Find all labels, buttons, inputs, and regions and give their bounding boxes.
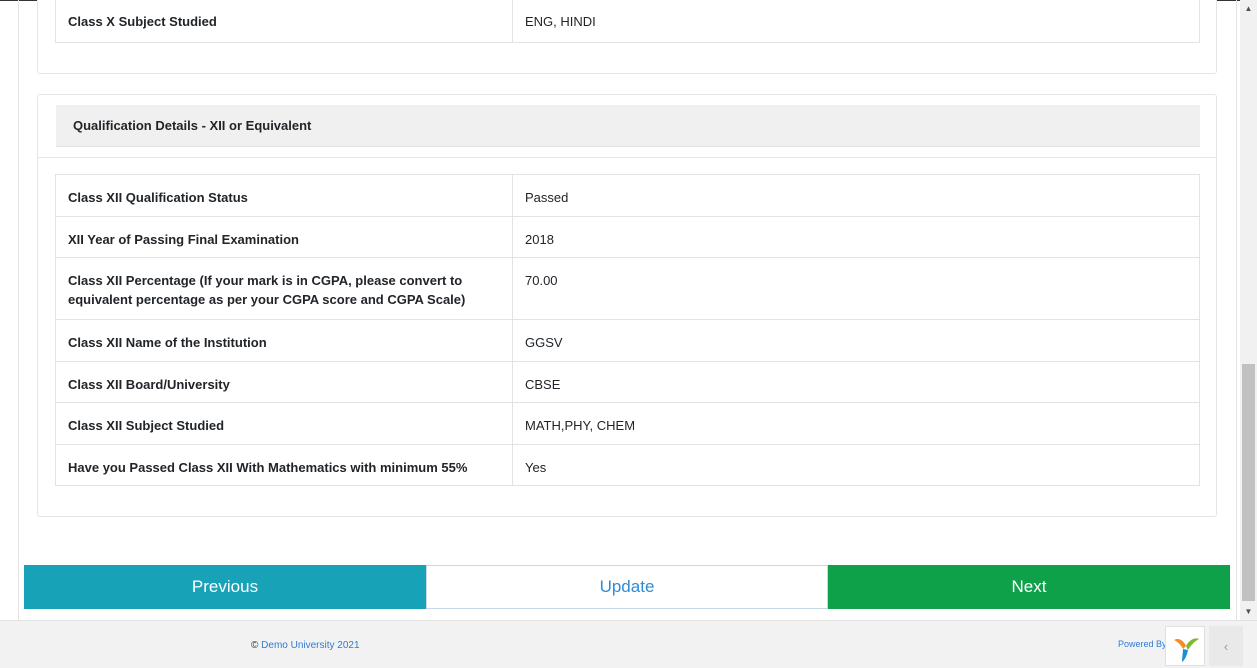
row-label: Have you Passed Class XII With Mathemati…	[55, 444, 513, 486]
section-title: Qualification Details - XII or Equivalen…	[56, 105, 1200, 147]
scroll-down-arrow-icon[interactable]: ▼	[1240, 603, 1257, 620]
content-right-border	[1236, 0, 1237, 620]
row-label: Class XII Percentage (If your mark is in…	[55, 257, 513, 320]
chevron-left-icon[interactable]: ‹	[1209, 626, 1243, 666]
copyright: © Demo University 2021	[251, 640, 360, 651]
powered-by-logo-icon[interactable]	[1165, 626, 1205, 666]
row-label: Class XII Subject Studied	[55, 402, 513, 445]
table-row: Class XII Board/University CBSE	[55, 361, 1200, 403]
scroll-up-arrow-icon[interactable]: ▲	[1240, 0, 1257, 17]
table-row: Class XII Subject Studied MATH,PHY, CHEM	[55, 402, 1200, 445]
row-value: GGSV	[512, 319, 1200, 362]
class-x-card: Class X Subject Studied ENG, HINDI	[37, 0, 1217, 74]
content-left-border	[18, 0, 19, 620]
row-label: Class XII Board/University	[55, 361, 513, 403]
scrollbar-thumb[interactable]	[1242, 364, 1255, 601]
divider	[38, 157, 1216, 158]
row-value: 70.00	[512, 257, 1200, 320]
row-label: Class XII Qualification Status	[55, 174, 513, 217]
next-button[interactable]: Next	[828, 565, 1230, 609]
table-row: Class XII Percentage (If your mark is in…	[55, 257, 1200, 320]
table-row: Class XII Name of the Institution GGSV	[55, 319, 1200, 362]
row-value: ENG, HINDI	[512, 0, 1200, 43]
row-value: CBSE	[512, 361, 1200, 403]
class-x-table: Class X Subject Studied ENG, HINDI	[55, 0, 1200, 43]
class-xii-table: Class XII Qualification Status Passed XI…	[55, 174, 1200, 486]
class-xii-card: Qualification Details - XII or Equivalen…	[37, 94, 1217, 517]
table-row: Class X Subject Studied ENG, HINDI	[55, 0, 1200, 43]
row-label: Class X Subject Studied	[55, 0, 513, 43]
form-action-bar: Previous Update Next	[24, 565, 1230, 609]
table-row: Have you Passed Class XII With Mathemati…	[55, 444, 1200, 486]
row-value: MATH,PHY, CHEM	[512, 402, 1200, 445]
footer: © Demo University 2021 Powered By: ‹	[0, 620, 1257, 668]
table-row: XII Year of Passing Final Examination 20…	[55, 216, 1200, 258]
powered-by-label: Powered By:	[1118, 639, 1170, 649]
table-row: Class XII Qualification Status Passed	[55, 174, 1200, 217]
university-link[interactable]: Demo University 2021	[261, 640, 359, 651]
copyright-symbol: ©	[251, 640, 259, 651]
update-button[interactable]: Update	[426, 565, 828, 609]
row-label: XII Year of Passing Final Examination	[55, 216, 513, 258]
row-value: Yes	[512, 444, 1200, 486]
row-value: 2018	[512, 216, 1200, 258]
previous-button[interactable]: Previous	[24, 565, 426, 609]
row-value: Passed	[512, 174, 1200, 217]
row-label: Class XII Name of the Institution	[55, 319, 513, 362]
